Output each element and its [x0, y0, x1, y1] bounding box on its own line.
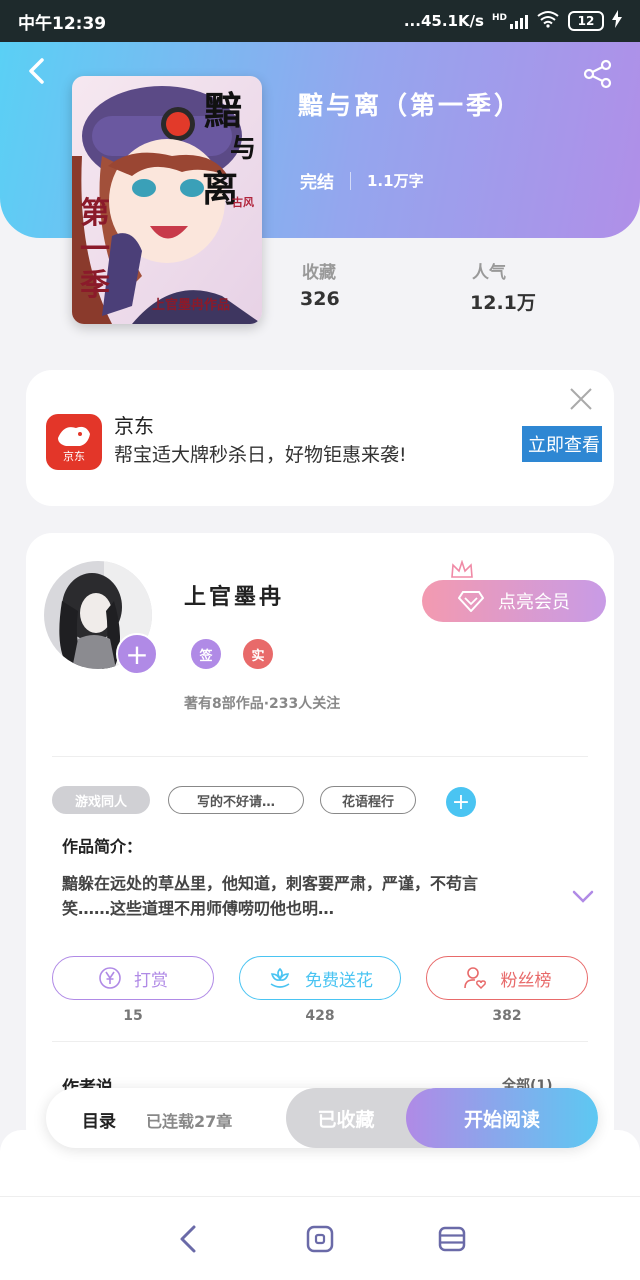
charging-icon: [612, 10, 622, 32]
chevron-down-icon: [572, 890, 594, 903]
book-title: 黯与离（第一季）: [298, 91, 523, 120]
jd-logo: 京东: [46, 414, 102, 470]
author-name[interactable]: 上官墨冉: [184, 579, 284, 611]
favorites-value: 326: [300, 288, 340, 310]
add-tag-button[interactable]: +: [446, 787, 476, 817]
home-square-icon: [306, 1225, 334, 1253]
close-icon: [570, 388, 592, 410]
expand-intro-button[interactable]: [572, 889, 594, 908]
intro-text: 黯躲在远处的草丛里，他知道，刺客要严肃，严谨，不苟言笑……这些道理不用师傅唠叨他…: [62, 874, 479, 918]
collected-label: 已收藏: [317, 1108, 375, 1131]
system-nav-bar: [0, 1196, 640, 1280]
author-stats: 著有8部作品·233人关注: [184, 696, 341, 712]
cover-title-char-1: 黯: [204, 88, 243, 133]
back-button[interactable]: [22, 56, 52, 86]
ad-cta-button[interactable]: 立即查看: [522, 426, 602, 462]
network-type: HD: [491, 13, 507, 23]
battery-indicator: 12: [568, 11, 604, 31]
tag-custom-1[interactable]: 写的不好请…: [168, 786, 304, 814]
cover-season: 第一季: [80, 196, 110, 303]
flower-count: 428: [305, 1008, 335, 1024]
tip-button[interactable]: 打赏: [52, 956, 214, 1000]
diamond-icon: [458, 591, 484, 612]
fan-count: 382: [492, 1008, 522, 1024]
ad-brand: 京东: [114, 414, 154, 438]
popularity-value: 12.1万: [470, 292, 536, 314]
vip-label: 点亮会员: [498, 592, 570, 613]
ad-card[interactable]: 京东 京东 帮宝适大牌秒杀日，好物钜惠来袭! 立即查看: [26, 370, 614, 506]
vip-button[interactable]: 点亮会员: [422, 580, 606, 622]
fan-ranking-button[interactable]: 粉丝榜: [426, 956, 588, 1000]
send-flower-button[interactable]: 免费送花: [239, 956, 401, 1000]
nav-recents-button[interactable]: [432, 1219, 472, 1259]
favorites-label: 收藏: [302, 263, 336, 283]
send-flower-label: 免费送花: [305, 970, 373, 991]
wifi-icon: [536, 10, 560, 32]
intro-title: 作品简介：: [62, 837, 143, 856]
popularity-label: 人气: [472, 263, 506, 283]
book-status: 完结: [300, 173, 334, 193]
plus-icon: +: [451, 789, 471, 815]
tip-label: 打赏: [134, 970, 168, 991]
start-reading-button[interactable]: 开始阅读: [406, 1088, 598, 1148]
status-time: 中午12:39: [18, 13, 107, 34]
toc-status: 已连载27章: [146, 1112, 233, 1131]
cover-credit: 上官墨冉作品: [152, 298, 231, 313]
divider: [52, 756, 588, 757]
meta-divider: [350, 171, 351, 190]
signal-icon: HD: [492, 13, 528, 29]
book-cover[interactable]: 黯 与 离 古风 第一季 上官墨冉作品: [72, 76, 262, 324]
tag-game-fanfic[interactable]: 游戏同人: [52, 786, 150, 814]
share-icon: [583, 59, 612, 89]
flower-icon: [270, 967, 290, 988]
nav-back-button[interactable]: [168, 1219, 208, 1259]
yen-icon: [99, 967, 121, 989]
nav-home-button[interactable]: [300, 1219, 340, 1259]
tip-count: 15: [123, 1008, 143, 1024]
plus-icon: +: [125, 637, 149, 671]
network-speed: ...45.1K/s: [403, 12, 484, 30]
menu-icon: [438, 1226, 466, 1252]
cover-genre: 古风: [232, 196, 254, 209]
share-button[interactable]: [582, 58, 614, 90]
toc-button[interactable]: 目录: [82, 1107, 116, 1132]
author-card: + 上官墨冉 点亮会员 签 实 著有8部作品·233人关注 游戏同人 写的不好请…: [26, 533, 614, 1153]
chevron-left-icon: [180, 1225, 196, 1253]
tag-custom-2[interactable]: 花语程行: [320, 786, 416, 814]
bottom-action-bar: 目录 已连载27章 已收藏 开始阅读: [46, 1088, 598, 1148]
signed-badge: 签: [191, 639, 221, 669]
jd-logo-text: 京东: [63, 450, 85, 463]
chevron-left-icon: [29, 58, 44, 84]
verified-badge: 实: [243, 639, 273, 669]
ad-close-button[interactable]: [568, 386, 594, 412]
fan-ranking-label: 粉丝榜: [500, 970, 552, 991]
follow-author-button[interactable]: +: [116, 633, 158, 675]
user-heart-icon: [463, 967, 486, 990]
word-count: 1.1万字: [367, 172, 424, 190]
book-meta: 完结 1.1万字: [300, 168, 424, 193]
crown-icon: [451, 560, 473, 578]
ad-description: 帮宝适大牌秒杀日，好物钜惠来袭!: [114, 444, 407, 466]
divider: [52, 1041, 588, 1042]
status-bar: 中午12:39 ...45.1K/s HD 12: [0, 0, 640, 42]
